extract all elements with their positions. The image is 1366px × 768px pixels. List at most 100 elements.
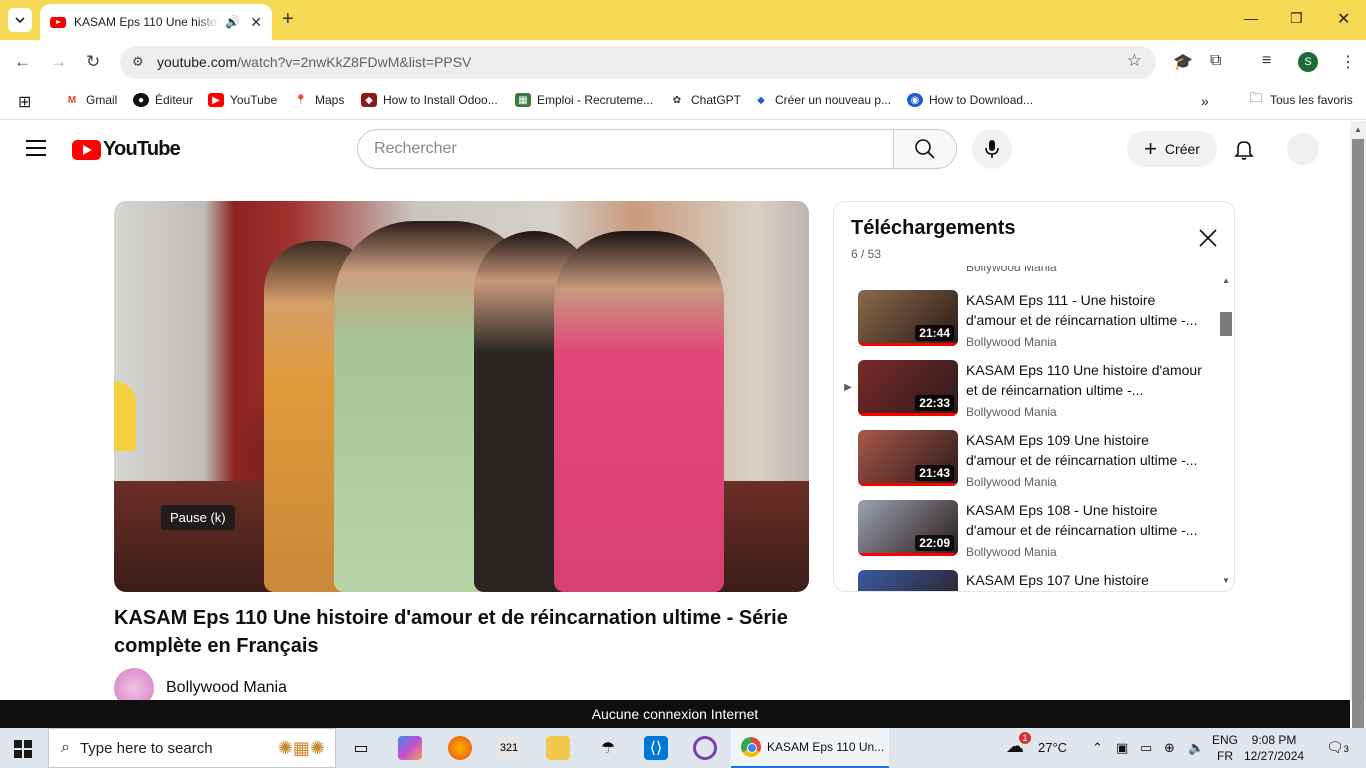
extensions-icon[interactable]: ⧉ <box>1210 52 1221 70</box>
playlist-scrollbar-thumb[interactable] <box>1220 312 1232 336</box>
youtube-play-logo-icon <box>72 139 101 160</box>
forward-button[interactable]: → <box>50 52 67 72</box>
battery-icon[interactable]: ▭ <box>1140 740 1152 756</box>
incognito-hat-icon[interactable]: 🎓 <box>1173 52 1193 72</box>
tab-search-button[interactable] <box>8 8 32 32</box>
playlist-item-title: KASAM Eps 111 - Une histoire d'amour et … <box>966 292 1198 328</box>
playlist-thumbnail: 21:43 <box>858 430 958 486</box>
create-button[interactable]: + Créer <box>1127 131 1217 167</box>
bookmark-editeur[interactable]: ● Éditeur <box>133 93 193 107</box>
more-bookmarks-chevron-icon[interactable]: » <box>1201 93 1209 109</box>
restore-button[interactable]: ❐ <box>1290 10 1303 27</box>
playlist-item[interactable]: ▶ 22:33 KASAM Eps 110 Une histoire d'amour… <box>834 360 1220 430</box>
firefox-icon[interactable] <box>448 736 472 760</box>
minimize-button[interactable]: — <box>1244 10 1258 26</box>
bookmark-gmail[interactable]: M Gmail <box>64 93 118 107</box>
media-controls-icon[interactable]: ≡ <box>1262 52 1271 70</box>
tab-close-icon[interactable]: ✕ <box>250 14 262 31</box>
globe-icon: ◉ <box>907 93 923 107</box>
back-button[interactable]: ← <box>14 52 31 72</box>
playlist-position: 6 / 53 <box>851 247 882 261</box>
editor-icon: ● <box>133 93 149 107</box>
windows-taskbar: ⌕ Type here to search ✺▦✺ ▭ 321 ☂ ⟨⟩ KAS… <box>0 728 1366 768</box>
playlist-item-partial[interactable]: Bollywood Mania <box>834 266 1220 276</box>
network-globe-icon[interactable]: ⊕ <box>1164 740 1175 756</box>
voice-search-button[interactable] <box>972 129 1012 169</box>
youtube-logo[interactable]: YouTube <box>72 138 181 161</box>
bookmark-maps[interactable]: 📍 Maps <box>293 93 345 107</box>
bookmark-odoo[interactable]: ◆ How to Install Odoo... <box>361 93 498 107</box>
calendar-app-icon[interactable]: 321 <box>497 736 521 760</box>
video-player[interactable] <box>114 201 809 592</box>
volume-icon[interactable]: 🔈 <box>1188 740 1204 756</box>
search-button[interactable] <box>893 129 957 169</box>
close-window-button[interactable]: ✕ <box>1337 9 1350 29</box>
youtube-favicon-icon <box>50 16 66 28</box>
page-scrollbar[interactable]: ▲ <box>1350 121 1366 736</box>
apps-grid-icon[interactable]: ⊞ <box>18 92 31 112</box>
playlist-scroll-up-icon[interactable]: ▲ <box>1222 276 1230 285</box>
close-playlist-icon[interactable] <box>1196 226 1220 250</box>
video-duration: 22:09 <box>915 535 954 551</box>
playlist-title[interactable]: Téléchargements <box>851 217 1016 240</box>
copilot-icon[interactable] <box>398 736 422 760</box>
video-frame-lamp <box>114 381 136 451</box>
notification-center-icon[interactable]: 🗨3 <box>1326 739 1349 756</box>
url-text[interactable]: youtube.com/watch?v=2nwKkZ8FDwM&list=PPS… <box>157 54 471 70</box>
channel-name[interactable]: Bollywood Mania <box>166 679 287 697</box>
bookmark-star-icon[interactable]: ☆ <box>1127 51 1142 71</box>
maps-pin-icon: 📍 <box>294 94 308 106</box>
site-settings-icon[interactable]: ⚙ <box>132 54 144 70</box>
gmail-icon: M <box>67 94 77 106</box>
page-scrollbar-thumb[interactable] <box>1352 139 1364 736</box>
show-hidden-icons-chevron-icon[interactable]: ⌃ <box>1092 740 1103 756</box>
network-app-icon[interactable]: ☂ <box>596 736 620 760</box>
bookmark-youtube[interactable]: ▶ YouTube <box>208 93 277 107</box>
record-app-icon[interactable] <box>693 736 717 760</box>
youtube-icon: ▶ <box>208 93 224 107</box>
bookmark-creer[interactable]: ◆ Créer un nouveau p... <box>753 93 891 107</box>
all-bookmarks-folder[interactable]: 🗀 Tous les favoris <box>1248 90 1352 107</box>
emploi-icon: ▦ <box>515 93 531 107</box>
search-icon <box>915 139 935 159</box>
playlist-item[interactable]: 21:43 KASAM Eps 109 Une histoire d'amour … <box>834 430 1220 500</box>
playlist-scroll-down-icon[interactable]: ▼ <box>1222 576 1230 585</box>
playlist-item-channel: Bollywood Mania <box>966 405 1057 419</box>
vscode-icon[interactable]: ⟨⟩ <box>644 736 668 760</box>
hamburger-menu-icon[interactable] <box>26 140 46 156</box>
offline-banner: Aucune connexion Internet <box>0 700 1350 728</box>
video-duration: 21:44 <box>915 325 954 341</box>
reload-button[interactable]: ↻ <box>86 52 100 72</box>
new-tab-button[interactable]: + <box>282 8 294 31</box>
bookmark-how-to-download[interactable]: ◉ How to Download... <box>907 93 1033 107</box>
playlist-item[interactable]: 22:09 KASAM Eps 108 - Une histoire d'amou… <box>834 500 1220 570</box>
windows-start-icon[interactable] <box>14 740 32 758</box>
weather-temperature[interactable]: 27°C <box>1038 740 1067 755</box>
video-duration: 21:43 <box>915 465 954 481</box>
taskbar-search-input[interactable]: ⌕ Type here to search ✺▦✺ <box>48 728 336 768</box>
bookmark-chatgpt[interactable]: ✿ ChatGPT <box>669 93 741 107</box>
account-avatar[interactable] <box>1287 133 1319 165</box>
device-icon[interactable]: ▣ <box>1116 740 1128 756</box>
taskbar-chrome-active[interactable]: KASAM Eps 110 Un... <box>731 728 889 768</box>
bookmark-emploi[interactable]: ▦ Emploi - Recruteme... <box>515 93 653 107</box>
playlist-item-title: KASAM Eps 108 - Une histoire d'amour et … <box>966 502 1198 538</box>
more-menu-icon[interactable]: ⋮ <box>1340 52 1356 72</box>
playlist-item[interactable]: 21:44 KASAM Eps 111 - Une histoire d'amou… <box>834 290 1220 360</box>
profile-avatar[interactable]: S <box>1298 52 1318 72</box>
file-explorer-icon[interactable] <box>546 736 570 760</box>
notifications-bell-icon[interactable] <box>1234 139 1254 166</box>
playlist-item[interactable]: KASAM Eps 107 Une histoire <box>834 570 1220 591</box>
search-input[interactable]: Rechercher <box>357 129 894 169</box>
bookmarks-bar: ⊞ M Gmail ● Éditeur ▶ YouTube 📍 Maps ◆ How to… <box>0 84 1366 120</box>
scroll-up-arrow-icon[interactable]: ▲ <box>1354 125 1362 134</box>
playlist-scrollbar[interactable]: ▲ ▼ <box>1220 276 1234 591</box>
address-bar[interactable]: ⚙ youtube.com/watch?v=2nwKkZ8FDwM&list=P… <box>120 46 1156 79</box>
task-view-icon[interactable]: ▭ <box>349 736 373 760</box>
playlist-item-channel: Bollywood Mania <box>966 475 1057 489</box>
clock[interactable]: 9:08 PM 12/27/2024 <box>1244 732 1304 764</box>
browser-tab-active[interactable]: KASAM Eps 110 Une histoire d'amour 🔊 ✕ <box>40 4 272 40</box>
chatgpt-icon: ✿ <box>672 94 682 106</box>
language-indicator[interactable]: ENG FR <box>1212 732 1238 764</box>
speaker-icon[interactable]: 🔊 <box>225 15 240 29</box>
